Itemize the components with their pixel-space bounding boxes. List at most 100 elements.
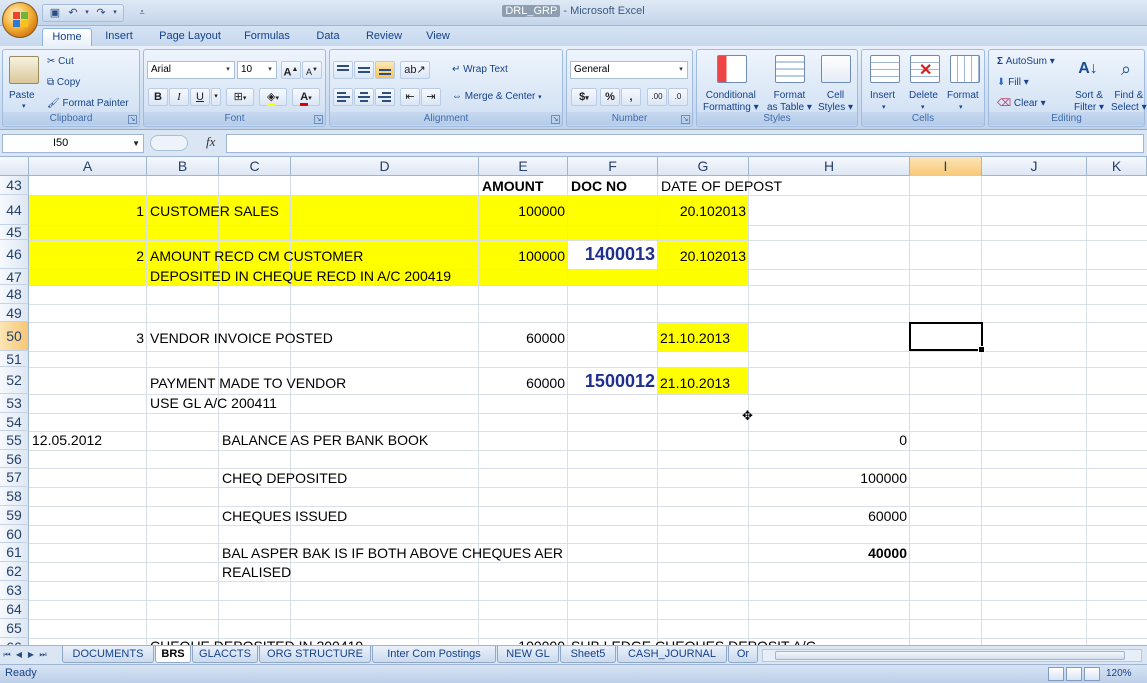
row-header-44[interactable]: 44	[0, 195, 29, 225]
orientation-button[interactable]: ab↗	[400, 61, 430, 79]
page-layout-view-icon[interactable]	[1066, 667, 1082, 681]
bold-button[interactable]: B	[148, 88, 168, 106]
cell-g43[interactable]: DATE OF DEPOST	[661, 177, 782, 195]
sheet-tab-documents[interactable]: DOCUMENTS	[62, 646, 154, 663]
wrap-text-button[interactable]: ↵ Wrap Text	[452, 64, 508, 75]
cell-g46[interactable]: 20.102013	[660, 247, 746, 265]
insert-cells-button[interactable]: Insert ▾	[870, 90, 895, 112]
last-sheet-icon[interactable]: ⏭	[38, 648, 48, 662]
align-right-button[interactable]	[375, 88, 395, 106]
cell-styles-button[interactable]: Cell Styles ▾	[818, 90, 853, 114]
customize-qat-icon[interactable]: ⩡	[134, 5, 150, 19]
tab-page-layout[interactable]: Page Layout	[152, 28, 228, 46]
formula-expand-control[interactable]	[150, 135, 188, 151]
align-top-button[interactable]	[333, 61, 353, 79]
align-bottom-button[interactable]	[375, 61, 395, 79]
page-break-view-icon[interactable]	[1084, 667, 1100, 681]
row-header-52[interactable]: 52	[0, 367, 29, 394]
row-header-56[interactable]: 56	[0, 450, 29, 468]
cell-e52[interactable]: 60000	[480, 374, 565, 392]
column-header-j[interactable]: J	[982, 157, 1087, 176]
tab-insert[interactable]: Insert	[98, 28, 140, 46]
row-header-65[interactable]: 65	[0, 619, 29, 638]
normal-view-icon[interactable]	[1048, 667, 1064, 681]
column-header-c[interactable]: C	[219, 157, 291, 176]
paste-button[interactable]: Paste	[9, 90, 35, 101]
save-icon[interactable]: ▣	[47, 6, 63, 20]
decrease-decimal-button[interactable]: .0	[668, 88, 688, 106]
find-select-button[interactable]: Find & Select ▾	[1111, 90, 1147, 114]
paste-dropdown-icon[interactable]: ▾	[22, 102, 26, 110]
sheet-tab-inter-com-postings[interactable]: Inter Com Postings	[372, 646, 496, 663]
redo-icon[interactable]: ↷	[93, 6, 109, 20]
row-header-49[interactable]: 49	[0, 304, 29, 322]
cut-button[interactable]: ✂ Cut	[47, 56, 74, 67]
font-color-button[interactable]: A▾	[292, 88, 320, 106]
cell-b44[interactable]: 1	[130, 202, 144, 220]
cell-c46[interactable]: AMOUNT RECD CM CUSTOMER	[150, 247, 363, 265]
delete-cells-button[interactable]: Delete ▾	[909, 90, 938, 112]
row-header-53[interactable]: 53	[0, 394, 29, 413]
row-header-62[interactable]: 62	[0, 562, 29, 581]
row-header-66[interactable]: 66	[0, 638, 29, 645]
borders-button[interactable]: ⊞▾	[226, 88, 254, 106]
comma-button[interactable]: ,	[621, 88, 641, 106]
align-left-button[interactable]	[333, 88, 353, 106]
cell-c66[interactable]: CHEQUE DEPOSITED IN 200419	[150, 637, 363, 645]
row-header-45[interactable]: 45	[0, 225, 29, 240]
row-header-47[interactable]: 47	[0, 269, 29, 285]
row-header-57[interactable]: 57	[0, 468, 29, 487]
row-header-55[interactable]: 55	[0, 431, 29, 450]
cell-h61[interactable]: 40000	[750, 544, 907, 562]
tab-data[interactable]: Data	[308, 28, 348, 46]
paste-icon[interactable]	[9, 56, 39, 84]
cell-e50[interactable]: 60000	[480, 329, 565, 347]
column-header-b[interactable]: B	[147, 157, 219, 176]
row-header-59[interactable]: 59	[0, 506, 29, 525]
underline-dropdown-icon[interactable]: ▾	[211, 88, 221, 106]
undo-icon[interactable]: ↶	[65, 6, 81, 20]
cell-d55[interactable]: BALANCE AS PER BANK BOOK	[222, 431, 428, 449]
align-middle-button[interactable]	[354, 61, 374, 79]
cell-d57[interactable]: CHEQ DEPOSITED	[222, 469, 347, 487]
shrink-font-button[interactable]: A▼	[302, 61, 322, 79]
cell-b50[interactable]: 3	[130, 329, 144, 347]
number-format-select[interactable]: General ▾	[570, 61, 688, 79]
row-header-63[interactable]: 63	[0, 581, 29, 600]
worksheet-grid[interactable]: A B C D E F G H I J K 43 44 45 46 47 48 …	[0, 157, 1147, 645]
select-all-corner[interactable]	[0, 157, 29, 176]
formula-input[interactable]	[226, 134, 1144, 153]
cell-h59[interactable]: 60000	[750, 507, 907, 525]
format-painter-button[interactable]: 🖌 Format Painter	[47, 98, 129, 109]
underline-button[interactable]: U	[190, 88, 210, 106]
horizontal-scrollbar[interactable]	[762, 649, 1142, 662]
row-header-43[interactable]: 43	[0, 176, 29, 195]
cell-f43[interactable]: DOC NO	[571, 177, 627, 195]
active-cell-border[interactable]	[909, 322, 985, 353]
row-header-64[interactable]: 64	[0, 600, 29, 619]
next-sheet-icon[interactable]: ▶	[26, 648, 36, 662]
column-header-g[interactable]: G	[658, 157, 749, 176]
cell-g50[interactable]: 21.10.2013	[660, 329, 730, 347]
cell-f66[interactable]: SUB LEDGE CHEQUES DEPOSIT A/C	[571, 637, 816, 645]
cell-d59[interactable]: CHEQUES ISSUED	[222, 507, 347, 525]
sheet-tab-brs[interactable]: BRS	[155, 646, 191, 663]
sheet-tab-glaccts[interactable]: GLACCTS	[192, 646, 258, 663]
cell-c44[interactable]: CUSTOMER SALES	[150, 202, 279, 220]
row-header-51[interactable]: 51	[0, 351, 29, 367]
cell-c53[interactable]: USE GL A/C 200411	[150, 394, 277, 412]
cell-e43[interactable]: AMOUNT	[482, 177, 543, 195]
column-header-i[interactable]: I	[910, 157, 982, 176]
zoom-level[interactable]: 120%	[1106, 668, 1132, 679]
cell-f52[interactable]: 1500012	[568, 370, 655, 392]
row-header-50[interactable]: 50	[0, 322, 29, 351]
format-as-table-button[interactable]: Format as Table ▾	[767, 90, 812, 114]
name-box[interactable]: I50 ▼	[2, 134, 144, 153]
sheet-tab-org[interactable]: Or	[728, 646, 758, 663]
column-header-f[interactable]: F	[568, 157, 658, 176]
fill-color-button[interactable]: ◈▾	[259, 88, 287, 106]
conditional-formatting-button[interactable]: Conditional Formatting ▾	[703, 90, 759, 114]
row-header-61[interactable]: 61	[0, 543, 29, 562]
align-center-button[interactable]	[354, 88, 374, 106]
tab-formulas[interactable]: Formulas	[238, 28, 296, 46]
